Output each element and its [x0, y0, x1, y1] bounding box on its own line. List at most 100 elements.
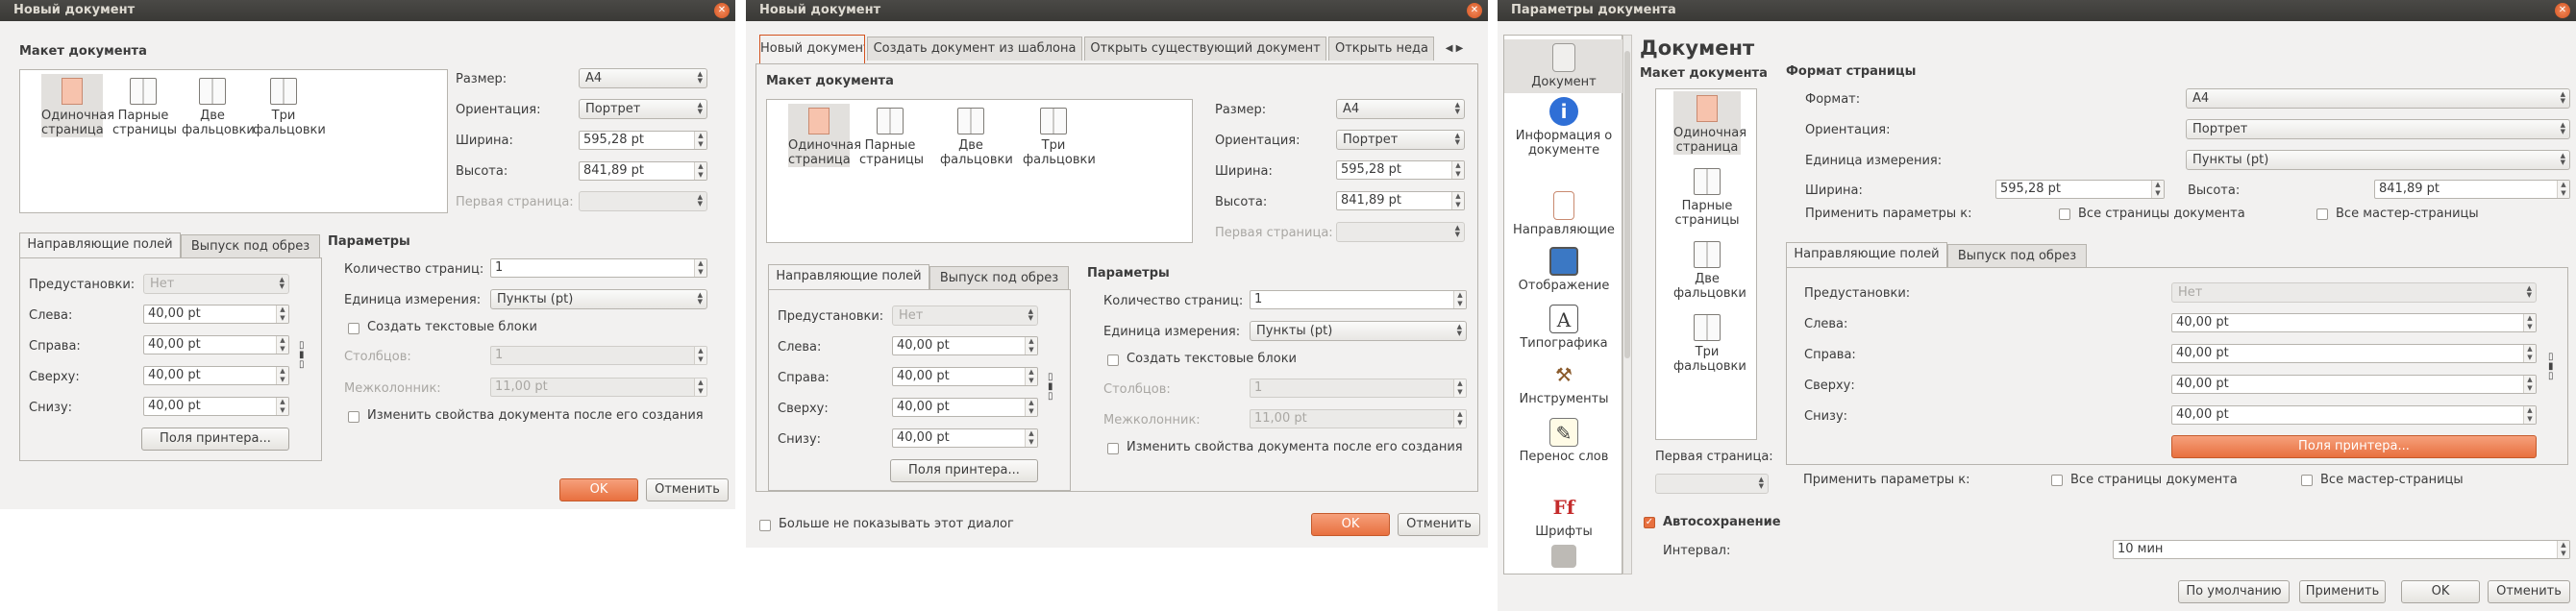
cancel-button[interactable]: Отменить: [2488, 580, 2570, 603]
layout-3fold[interactable]: Две фальцовки: [182, 74, 255, 137]
spin-icon[interactable]: ▲ ▼: [276, 336, 288, 354]
layout-facing[interactable]: Парные страницы: [1673, 164, 1741, 228]
scroll-thumb[interactable]: [1624, 51, 1630, 358]
dont-show-checkbox[interactable]: [759, 520, 771, 531]
pages-input[interactable]: 1 ▲ ▼: [490, 258, 707, 278]
spin-icon[interactable]: ▲ ▼: [2557, 181, 2569, 198]
tab-open-existing[interactable]: Открыть существующий документ: [1084, 37, 1326, 61]
chain-link-icon[interactable]: ▯ ▮ ▯: [1048, 373, 1055, 402]
cancel-button[interactable]: Отменить: [646, 478, 729, 501]
spin-icon[interactable]: ▲ ▼: [2557, 541, 2569, 558]
tab-margin-guides[interactable]: Направляющие полей: [19, 232, 181, 258]
printer-margins-button[interactable]: Поля принтера...: [890, 459, 1038, 482]
width-input[interactable]: 595,28 pt ▲ ▼: [579, 131, 707, 150]
margins-all-pages-checkbox[interactable]: [2051, 475, 2063, 486]
layout-4fold[interactable]: Три фальцовки: [1673, 310, 1746, 374]
format-combo[interactable]: A4 ▲ ▼: [2186, 88, 2570, 109]
left-input[interactable]: 40,00 pt ▲ ▼: [2171, 313, 2537, 332]
sidebar-item-guides[interactable]: Направляющие: [1504, 191, 1623, 237]
layout-single[interactable]: Одиночная страница: [1673, 91, 1746, 155]
left-input[interactable]: 40,00 pt ▲ ▼: [892, 336, 1038, 355]
size-combo[interactable]: A4 ▲ ▼: [1336, 99, 1465, 119]
layout-facing[interactable]: Парные страницы: [112, 74, 177, 137]
layout-3fold[interactable]: Две фальцовки: [940, 104, 1013, 167]
spin-icon[interactable]: ▲ ▼: [2523, 314, 2536, 331]
sidebar-item-document[interactable]: Документ: [1504, 39, 1623, 93]
pages-input[interactable]: 1 ▲ ▼: [1250, 290, 1467, 309]
ok-button[interactable]: OK: [1311, 513, 1390, 536]
sidebar-item-hyphenation[interactable]: ✎ Перенос слов: [1504, 418, 1623, 464]
tab-margin-guides[interactable]: Направляющие полей: [1786, 242, 1947, 268]
right-input[interactable]: 40,00 pt ▲ ▼: [892, 367, 1038, 386]
close-icon[interactable]: ✕: [1467, 3, 1482, 18]
sidebar-item-info[interactable]: i Информация о документе: [1504, 97, 1623, 158]
bottom-input[interactable]: 40,00 pt ▲ ▼: [2171, 405, 2537, 425]
spin-icon[interactable]: ▲ ▼: [2523, 406, 2536, 424]
spin-icon[interactable]: ▲ ▼: [276, 306, 288, 323]
spin-icon[interactable]: ▲ ▼: [2523, 345, 2536, 362]
spin-icon[interactable]: ▲ ▼: [694, 132, 706, 149]
autosave-checkbox[interactable]: ✓: [1644, 517, 1655, 528]
tab-scroll-icons[interactable]: ◀ ▶: [1438, 38, 1471, 60]
top-input[interactable]: 40,00 pt ▲ ▼: [2171, 375, 2537, 394]
layout-single[interactable]: Одиночная страница: [788, 104, 861, 167]
layout-4fold[interactable]: Три фальцовки: [253, 74, 326, 137]
sidebar-scrollbar[interactable]: [1622, 35, 1632, 574]
spin-icon[interactable]: ▲ ▼: [276, 398, 288, 415]
tab-open-recent[interactable]: Открыть неда: [1328, 37, 1434, 61]
close-icon[interactable]: ✕: [2555, 3, 2570, 18]
margins-all-masters-checkbox[interactable]: [2301, 475, 2313, 486]
sidebar-item-typography[interactable]: A Типографика: [1504, 305, 1623, 351]
close-icon[interactable]: ✕: [714, 3, 730, 18]
printer-margins-button[interactable]: Поля принтера...: [141, 428, 289, 451]
spin-icon[interactable]: ▲ ▼: [2523, 376, 2536, 393]
spin-icon[interactable]: ▲ ▼: [1025, 368, 1037, 385]
chain-link-icon[interactable]: ▯ ▮ ▯: [299, 341, 307, 370]
all-pages-checkbox[interactable]: [2059, 208, 2070, 220]
tab-from-template[interactable]: Создать документ из шаблона: [867, 37, 1082, 61]
interval-input[interactable]: 10 мин ▲ ▼: [2113, 540, 2570, 559]
right-input[interactable]: 40,00 pt ▲ ▼: [2171, 344, 2537, 363]
spin-icon[interactable]: ▲ ▼: [2151, 181, 2164, 198]
left-input[interactable]: 40,00 pt ▲ ▼: [143, 305, 289, 324]
defaults-button[interactable]: По умолчанию: [2178, 580, 2290, 603]
spin-icon[interactable]: ▲ ▼: [1451, 192, 1464, 209]
sidebar-item-display[interactable]: Отображение: [1504, 247, 1623, 293]
width-input[interactable]: 595,28 pt ▲ ▼: [1995, 180, 2165, 199]
orient-combo[interactable]: Портрет ▲ ▼: [1336, 130, 1465, 150]
all-masters-checkbox[interactable]: [2316, 208, 2328, 220]
orient-combo[interactable]: Портрет ▲ ▼: [2186, 119, 2570, 139]
tab-bleed[interactable]: Выпуск под обрез: [929, 266, 1069, 290]
layout-facing[interactable]: Парные страницы: [859, 104, 924, 167]
spin-icon[interactable]: ▲ ▼: [276, 367, 288, 384]
layout-3fold[interactable]: Две фальцовки: [1673, 237, 1746, 301]
top-input[interactable]: 40,00 pt ▲ ▼: [143, 366, 289, 385]
bottom-input[interactable]: 40,00 pt ▲ ▼: [892, 428, 1038, 448]
tab-new-document[interactable]: Новый документ: [759, 35, 865, 63]
ok-button[interactable]: OK: [559, 478, 638, 501]
top-input[interactable]: 40,00 pt ▲ ▼: [892, 398, 1038, 417]
width-input[interactable]: 595,28 pt ▲ ▼: [1336, 160, 1465, 180]
spin-icon[interactable]: ▲ ▼: [694, 259, 706, 277]
ok-button[interactable]: OK: [2401, 580, 2480, 603]
height-input[interactable]: 841,89 pt ▲ ▼: [1336, 191, 1465, 210]
layout-4fold[interactable]: Три фальцовки: [1023, 104, 1096, 167]
orient-combo[interactable]: Портрет ▲ ▼: [579, 99, 707, 119]
layout-single[interactable]: Одиночная страница: [41, 74, 114, 137]
printer-margins-button[interactable]: Поля принтера...: [2171, 435, 2537, 458]
spin-icon[interactable]: ▲ ▼: [1451, 161, 1464, 179]
change-props-checkbox[interactable]: [1107, 443, 1119, 454]
size-combo[interactable]: A4 ▲ ▼: [579, 68, 707, 88]
tab-margin-guides[interactable]: Направляющие полей: [768, 264, 929, 290]
cancel-button[interactable]: Отменить: [1398, 513, 1480, 536]
chain-link-icon[interactable]: ▯ ▮ ▯: [2548, 353, 2556, 381]
spin-icon[interactable]: ▲ ▼: [1025, 429, 1037, 447]
right-input[interactable]: 40,00 pt ▲ ▼: [143, 335, 289, 354]
tab-bleed[interactable]: Выпуск под обрез: [181, 234, 320, 258]
sidebar-item-more[interactable]: [1504, 545, 1623, 571]
unit-combo[interactable]: Пункты (pt) ▲ ▼: [2186, 150, 2570, 170]
spin-icon[interactable]: ▲ ▼: [1453, 291, 1466, 308]
spin-icon[interactable]: ▲ ▼: [694, 162, 706, 180]
sidebar-item-fonts[interactable]: Ff Шрифты: [1504, 493, 1623, 539]
height-input[interactable]: 841,89 pt ▲ ▼: [579, 161, 707, 181]
